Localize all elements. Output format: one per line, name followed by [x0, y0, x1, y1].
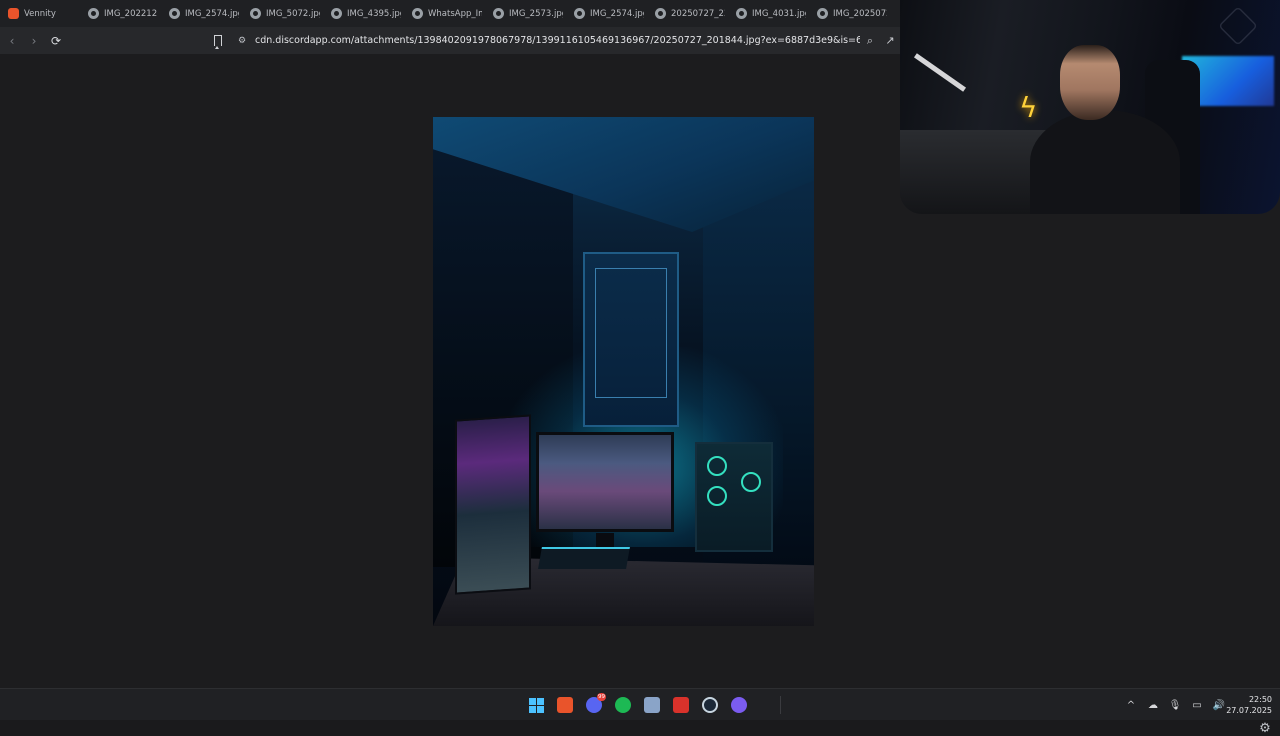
- microphone-icon[interactable]: 🎙: [1168, 698, 1182, 712]
- photo-poster-art: [595, 268, 667, 398]
- bookmark-icon: [214, 35, 222, 49]
- photo-poster: [583, 252, 679, 427]
- webcam-mic-arm: [913, 53, 967, 92]
- webcam-person-head: [1060, 45, 1120, 120]
- browser-tab[interactable]: IMG_2025072: [811, 0, 892, 27]
- steam-icon: [702, 697, 718, 713]
- browser-tab[interactable]: Vennity: [2, 0, 82, 27]
- onedrive-cloud-icon[interactable]: ☁: [1146, 698, 1160, 712]
- spotify-taskbar-button[interactable]: [611, 693, 635, 717]
- steam-taskbar-button[interactable]: [698, 693, 722, 717]
- tab-title: WhatsApp_Im: [428, 8, 482, 19]
- taskbar-divider: [780, 696, 781, 714]
- globe-icon: [250, 8, 261, 19]
- photo-pc-fan: [741, 472, 761, 492]
- browser-tab[interactable]: 20250727_23: [649, 0, 730, 27]
- globe-icon: [574, 8, 585, 19]
- browser-tab[interactable]: IMG_4395.jpg: [325, 0, 406, 27]
- system-tray: ^ ☁ 🎙 ▭ 🔊: [1124, 695, 1226, 715]
- brave-icon: [8, 8, 19, 19]
- globe-icon: [493, 8, 504, 19]
- clock-date: 27.07.2025: [1226, 706, 1272, 715]
- photo-pc-fan: [707, 456, 727, 476]
- browser-tab[interactable]: IMG_2574.jpg: [568, 0, 649, 27]
- globe-icon: [331, 8, 342, 19]
- photo-keyboard: [538, 547, 630, 569]
- forward-button[interactable]: ›: [24, 31, 44, 51]
- display-icon[interactable]: ▭: [1190, 698, 1204, 712]
- tab-title: IMG_20221218: [104, 8, 158, 19]
- clock[interactable]: 22:50 27.07.2025: [1224, 694, 1272, 716]
- app-taskbar-button[interactable]: [640, 693, 664, 717]
- globe-icon: [412, 8, 423, 19]
- globe-icon: [736, 8, 747, 19]
- browser-tab[interactable]: IMG_5072.jpg: [244, 0, 325, 27]
- photo-vertical-monitor: [455, 414, 531, 595]
- share-icon[interactable]: ↗: [880, 31, 900, 51]
- back-button[interactable]: ‹: [2, 31, 22, 51]
- taskbar: 99 ^ ☁ 🎙 ▭ 🔊 22:50 27.07.2025: [0, 688, 1280, 720]
- app-red-taskbar-button[interactable]: [669, 693, 693, 717]
- lightning-bolt-icon: ϟ: [1019, 91, 1038, 124]
- photo-pc-case: [695, 442, 773, 552]
- tab-title: IMG_2574.jpg: [185, 8, 239, 19]
- reload-icon: ⟳: [50, 33, 62, 48]
- reload-button[interactable]: ⟳: [46, 31, 66, 51]
- tab-title: IMG_2573.jpg: [509, 8, 563, 19]
- forward-icon: ›: [31, 33, 37, 48]
- channel-logo: [1218, 6, 1258, 46]
- zoom-icon[interactable]: ⌕: [860, 31, 880, 51]
- notification-badge: 99: [597, 693, 606, 701]
- tab-title: IMG_5072.jpg: [266, 8, 320, 19]
- settings-icon[interactable]: ⚙: [1257, 720, 1273, 736]
- cube-icon: [644, 697, 660, 713]
- globe-icon: [655, 8, 666, 19]
- globe-icon: [817, 8, 828, 19]
- webcam-shelf: [900, 130, 1050, 214]
- displayed-photo[interactable]: [433, 117, 814, 626]
- browser-tab[interactable]: IMG_2573.jpg: [487, 0, 568, 27]
- clock-time: 22:50: [1248, 695, 1272, 704]
- brave-icon: [557, 697, 573, 713]
- photo-pc-fan: [707, 486, 727, 506]
- taskbar-apps: 99: [524, 693, 751, 717]
- discord-taskbar-button[interactable]: 99: [582, 693, 606, 717]
- tab-title: IMG_2025072: [833, 8, 887, 19]
- address-bar[interactable]: ⚙ cdn.discordapp.com/attachments/1398402…: [228, 30, 908, 51]
- back-icon: ‹: [9, 33, 15, 48]
- photo-main-monitor: [536, 432, 674, 532]
- start-button[interactable]: [524, 693, 548, 717]
- webcam-overlay: ϟ: [900, 0, 1280, 214]
- globe-icon: [88, 8, 99, 19]
- red-app-icon: [673, 697, 689, 713]
- browser-tab[interactable]: WhatsApp_Im: [406, 0, 487, 27]
- tab-title: IMG_4395.jpg: [347, 8, 401, 19]
- site-info-icon[interactable]: ⚙: [236, 35, 248, 47]
- tab-title: 20250727_23: [671, 8, 725, 19]
- spotify-icon: [615, 697, 631, 713]
- browser-tab[interactable]: IMG_20221218: [82, 0, 163, 27]
- show-hidden-icons-chevron-icon[interactable]: ^: [1124, 698, 1138, 712]
- tab-title: IMG_4031.jpg: [752, 8, 806, 19]
- windows-icon: [528, 697, 544, 713]
- brave-taskbar-button[interactable]: [553, 693, 577, 717]
- app-purple-taskbar-button[interactable]: [727, 693, 751, 717]
- circle-app-icon: [731, 697, 747, 713]
- tab-title: IMG_2574.jpg: [590, 8, 644, 19]
- browser-tab[interactable]: IMG_4031.jpg: [730, 0, 811, 27]
- bookmark-button[interactable]: [210, 31, 226, 51]
- browser-tab[interactable]: IMG_2574.jpg: [163, 0, 244, 27]
- webcam-person-body: [1030, 110, 1180, 214]
- tab-title: Vennity: [24, 8, 56, 19]
- globe-icon: [169, 8, 180, 19]
- url-text[interactable]: cdn.discordapp.com/attachments/139840209…: [255, 35, 860, 46]
